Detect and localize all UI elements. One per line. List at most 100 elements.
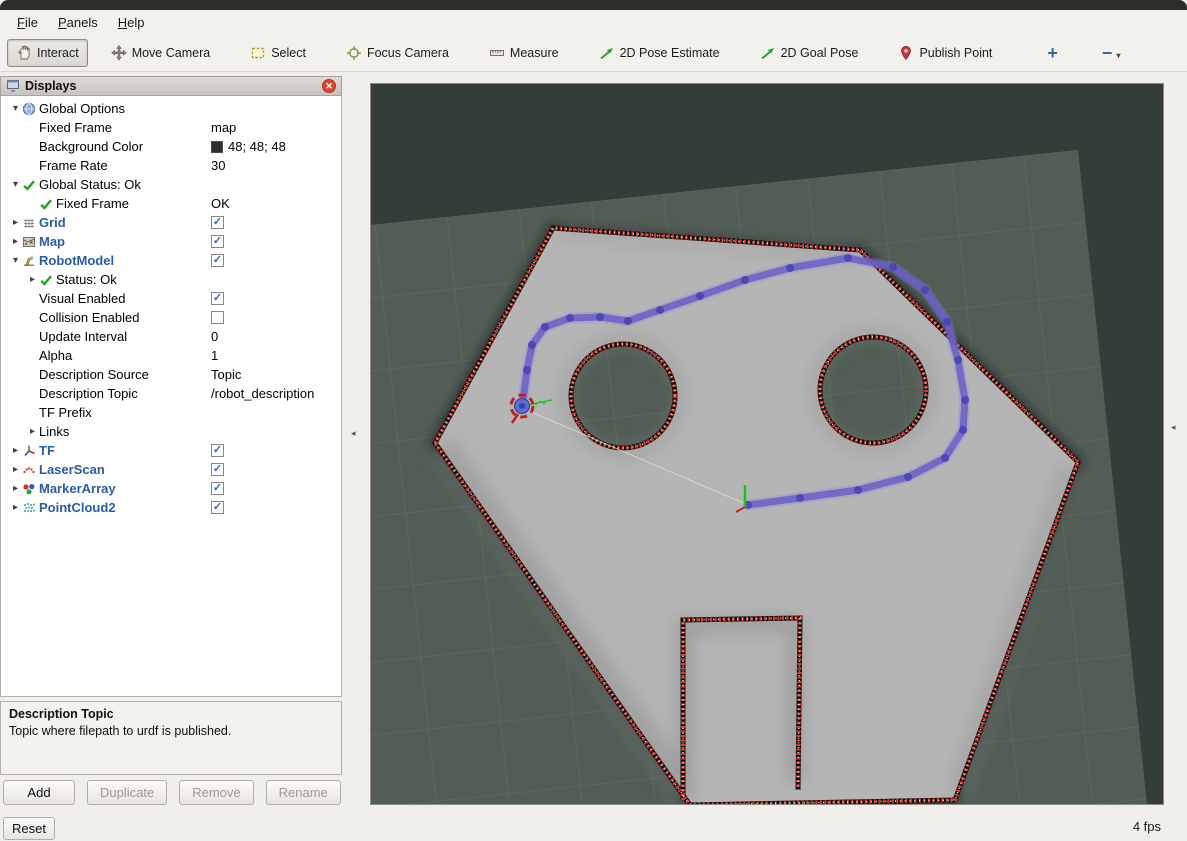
tool-measure[interactable]: Measure <box>480 39 568 67</box>
displays-panel: Displays ✕ ▾ Global Options Fixed Framemap… <box>0 76 342 805</box>
expander-closed-icon[interactable]: ▸ <box>9 217 22 228</box>
property-value-cell: 0 <box>211 329 218 344</box>
expander-closed-icon[interactable]: ▸ <box>9 236 22 247</box>
property-value[interactable]: OK <box>211 196 230 211</box>
help-title: Description Topic <box>9 707 333 721</box>
tool-2d-goal-pose[interactable]: 2D Goal Pose <box>751 39 868 67</box>
tree-row-alpha[interactable]: Alpha1 <box>1 346 341 365</box>
property-label: PointCloud2 <box>39 500 116 515</box>
laserscan-icon <box>22 463 39 477</box>
property-value-cell: ✓ <box>211 216 224 229</box>
pose-estimate-icon <box>599 45 615 61</box>
tool-focus-camera[interactable]: Focus Camera <box>337 39 458 67</box>
tree-row-visual-enabled[interactable]: Visual Enabled✓ <box>1 289 341 308</box>
menu-panels[interactable]: Panels <box>49 12 107 33</box>
property-label: Grid <box>39 215 66 230</box>
enabled-checkbox[interactable]: ✓ <box>211 482 224 495</box>
tree-row-status-ok[interactable]: ▸Status: Ok <box>1 270 341 289</box>
remove-button: Remove <box>179 780 253 805</box>
focus-camera-icon <box>346 45 362 61</box>
property-value[interactable]: 0 <box>211 329 218 344</box>
expander-open-icon[interactable]: ▾ <box>9 103 22 114</box>
tree-row-grid[interactable]: ▸ Grid ✓ <box>1 213 341 232</box>
property-label: TF Prefix <box>39 405 92 420</box>
robot-icon <box>22 254 39 268</box>
expander-open-icon[interactable]: ▾ <box>9 255 22 266</box>
tool-select[interactable]: Select <box>241 39 315 67</box>
tree-row-markerarray[interactable]: ▸MarkerArray✓ <box>1 479 341 498</box>
enabled-checkbox[interactable]: ✓ <box>211 235 224 248</box>
enabled-checkbox[interactable]: ✓ <box>211 216 224 229</box>
property-label: Description Source <box>39 367 149 382</box>
tree-row-update-interval[interactable]: Update Interval0 <box>1 327 341 346</box>
tool-interact[interactable]: Interact <box>7 39 88 67</box>
tree-row-global-options[interactable]: ▾ Global Options <box>1 99 341 118</box>
reset-button[interactable]: Reset <box>3 817 55 840</box>
enabled-checkbox[interactable]: ✓ <box>211 292 224 305</box>
property-label: Global Options <box>39 101 125 116</box>
enabled-checkbox[interactable]: ✓ <box>211 501 224 514</box>
remove-tool-button[interactable]: −▾ <box>1096 43 1127 64</box>
tool-2d-pose-estimate[interactable]: 2D Pose Estimate <box>590 39 729 67</box>
tree-row-fixed-frame[interactable]: Fixed FrameOK <box>1 194 341 213</box>
expander-closed-icon[interactable]: ▸ <box>9 502 22 513</box>
tree-row-background-color[interactable]: Background Color 48; 48; 48 <box>1 137 341 156</box>
property-label: Frame Rate <box>39 158 108 173</box>
tree-row-tf[interactable]: ▸TF✓ <box>1 441 341 460</box>
panel-splitter[interactable]: ◂ <box>342 76 371 806</box>
goal-pose-icon <box>760 45 776 61</box>
select-icon <box>250 45 266 61</box>
tree-row-frame-rate[interactable]: Frame Rate 30 <box>1 156 341 175</box>
property-label: Links <box>39 424 69 439</box>
splitter-collapse-icon[interactable]: ◂ <box>351 428 356 439</box>
tool-move-camera[interactable]: Move Camera <box>102 39 220 67</box>
expander-open-icon[interactable]: ▾ <box>9 179 22 190</box>
expander-closed-icon[interactable]: ▸ <box>9 483 22 494</box>
displays-tree: ▾Global OptionsFixed FramemapBackground … <box>0 96 342 697</box>
property-value[interactable]: 48; 48; 48 <box>228 139 286 154</box>
tree-row-tf-prefix[interactable]: TF Prefix <box>1 403 341 422</box>
right-splitter-collapse-icon[interactable]: ◂ <box>1171 422 1176 433</box>
expander-closed-icon[interactable]: ▸ <box>9 445 22 456</box>
tree-row-fixed-frame[interactable]: Fixed Framemap <box>1 118 341 137</box>
property-value[interactable]: 1 <box>211 348 218 363</box>
add-tool-button[interactable]: + <box>1039 43 1066 64</box>
property-label: Background Color <box>39 139 143 154</box>
tf-icon <box>22 444 39 458</box>
tree-row-description-source[interactable]: Description Source Topic <box>1 365 341 384</box>
add-button[interactable]: Add <box>3 780 75 805</box>
tree-row-global-status-ok[interactable]: ▾Global Status: Ok <box>1 175 341 194</box>
window-titlebar-edge <box>0 0 1187 10</box>
enabled-checkbox[interactable]: ✓ <box>211 254 224 267</box>
expander-closed-icon[interactable]: ▸ <box>26 274 39 285</box>
menu-help[interactable]: Help <box>109 12 154 33</box>
property-value[interactable]: 30 <box>211 158 225 173</box>
right-splitter[interactable]: ◂ <box>1164 76 1187 806</box>
tree-row-robotmodel[interactable]: ▾RobotModel✓ <box>1 251 341 270</box>
tree-row-collision-enabled[interactable]: Collision Enabled <box>1 308 341 327</box>
color-swatch[interactable] <box>211 141 223 153</box>
tree-row-laserscan[interactable]: ▸LaserScan✓ <box>1 460 341 479</box>
enabled-checkbox[interactable] <box>211 311 224 324</box>
render-view[interactable] <box>370 83 1164 805</box>
tree-row-map[interactable]: ▸Map✓ <box>1 232 341 251</box>
toolbar: Interact Move Camera Select Focus Camera Mea… <box>0 35 1187 72</box>
property-value[interactable]: /robot_description <box>211 386 314 401</box>
move-camera-icon <box>111 45 127 61</box>
property-value-cell: Topic <box>211 367 241 382</box>
expander-closed-icon[interactable]: ▸ <box>26 426 39 437</box>
close-panel-icon[interactable]: ✕ <box>322 79 336 93</box>
displays-panel-buttons: AddDuplicateRemoveRename <box>0 780 342 805</box>
tree-row-description-topic[interactable]: Description Topic/robot_description <box>1 384 341 403</box>
tree-row-links[interactable]: ▸Links <box>1 422 341 441</box>
tool-publish-point[interactable]: Publish Point <box>889 39 1001 67</box>
tree-row-pointcloud2[interactable]: ▸ PointCloud2 ✓ <box>1 498 341 517</box>
menu-file[interactable]: File <box>8 12 47 33</box>
property-value-cell: ✓ <box>211 463 224 476</box>
property-value[interactable]: map <box>211 120 236 135</box>
enabled-checkbox[interactable]: ✓ <box>211 463 224 476</box>
expander-closed-icon[interactable]: ▸ <box>9 464 22 475</box>
enabled-checkbox[interactable]: ✓ <box>211 444 224 457</box>
displays-panel-header[interactable]: Displays ✕ <box>0 76 342 96</box>
property-value[interactable]: Topic <box>211 367 241 382</box>
